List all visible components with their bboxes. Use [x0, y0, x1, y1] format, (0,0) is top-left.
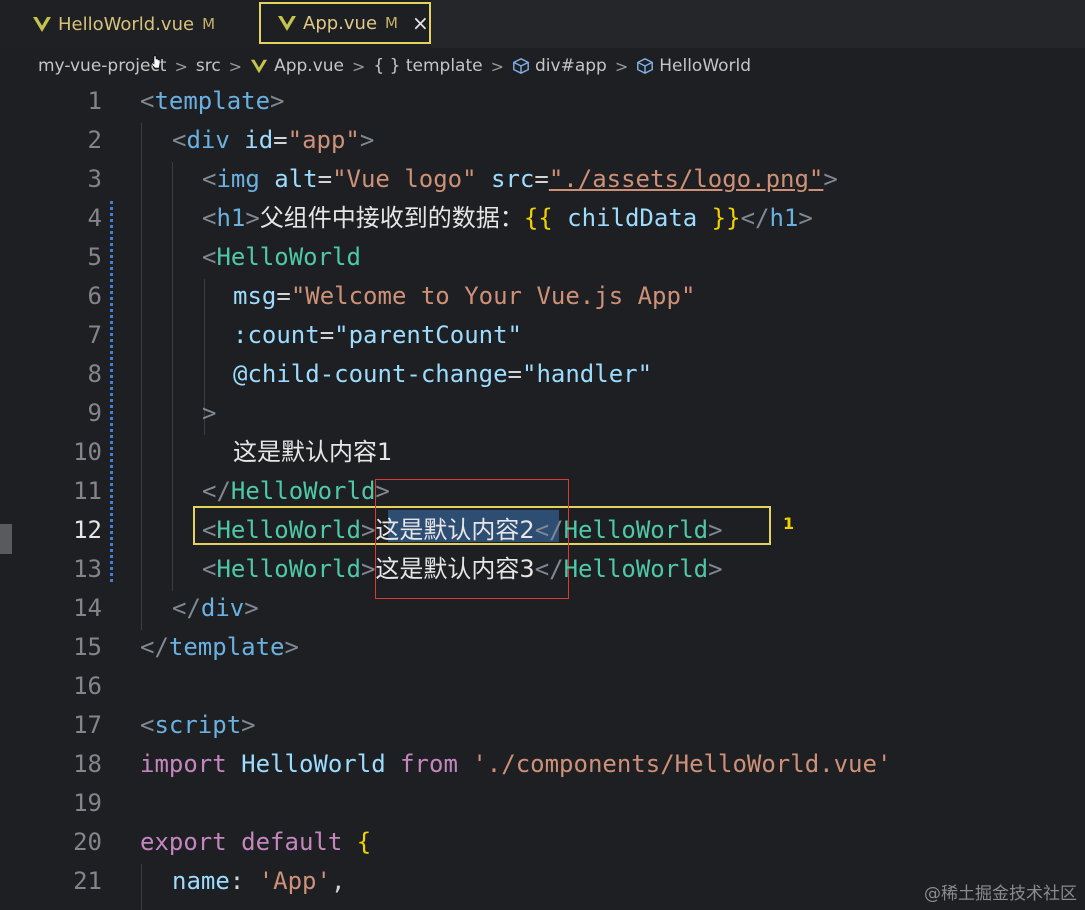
code-line[interactable]: 14 </div> [0, 589, 1085, 628]
code-line[interactable]: 19 [0, 784, 1085, 823]
breadcrumb-item-div[interactable]: div#app [535, 56, 607, 76]
code-text: </template> [140, 633, 299, 661]
line-number: 14 [73, 594, 102, 622]
tab-helloworld-vue[interactable]: HelloWorld.vue M [32, 0, 247, 48]
chevron-right-icon: > [174, 56, 188, 76]
breadcrumb: my-vue-project > src > App.vue > { } tem… [0, 48, 1085, 84]
modified-badge: M [385, 14, 398, 32]
code-text: > [202, 399, 217, 427]
code-editor[interactable]: 1 1 <template> 2 <div id="app"> 3 <img a… [0, 84, 1085, 910]
code-line[interactable]: 21 name: 'App', [0, 862, 1085, 901]
code-line[interactable]: 20 export default { [0, 823, 1085, 862]
line-number: 8 [87, 360, 102, 388]
line-number: 7 [87, 321, 102, 349]
code-line[interactable]: 2 <div id="app"> [0, 121, 1085, 160]
tab-label: HelloWorld.vue [58, 13, 195, 35]
vue-file-icon [250, 59, 268, 74]
line-number: 2 [87, 126, 102, 154]
mouse-cursor-icon [151, 55, 161, 69]
code-text: <div id="app"> [172, 126, 375, 154]
code-text: name: 'App', [172, 867, 346, 895]
code-text: @child-count-change="handler" [233, 360, 653, 388]
close-icon[interactable]: × [412, 11, 429, 35]
chevron-right-icon: > [228, 56, 243, 76]
code-text: import HelloWorld from './components/Hel… [140, 750, 892, 778]
code-text: msg="Welcome to Your Vue.js App" [233, 282, 696, 310]
vue-file-icon [278, 16, 296, 31]
code-text: </HelloWorld> [202, 477, 390, 505]
line-number: 17 [73, 711, 102, 739]
code-line[interactable]: 4 <h1>父组件中接收到的数据：{{ childData }}</h1> [0, 199, 1085, 238]
code-line[interactable]: 18 import HelloWorld from './components/… [0, 745, 1085, 784]
line-number: 18 [73, 750, 102, 778]
breadcrumb-item-src[interactable]: src [196, 56, 221, 76]
code-text: <HelloWorld>这是默认内容2</HelloWorld> [202, 516, 723, 544]
code-text: <img alt="Vue logo" src="./assets/logo.p… [202, 165, 838, 193]
line-number: 6 [87, 282, 102, 310]
code-line[interactable]: 5 <HelloWorld [0, 238, 1085, 277]
code-line[interactable]: 16 [0, 667, 1085, 706]
code-text: :count="parentCount" [233, 321, 522, 349]
line-number: 19 [73, 789, 102, 817]
code-line[interactable]: 8 @child-count-change="handler" [0, 355, 1085, 394]
code-line[interactable]: 11 </HelloWorld> [0, 472, 1085, 511]
code-line[interactable]: 7 :count="parentCount" [0, 316, 1085, 355]
line-number: 12 [73, 516, 102, 544]
breadcrumb-item-project[interactable]: my-vue-project [38, 56, 166, 76]
code-text: </div> [172, 594, 259, 622]
line-number: 1 [87, 87, 102, 115]
modified-badge: M [202, 15, 216, 33]
code-text: export default { [140, 828, 372, 856]
line-number: 3 [87, 165, 102, 193]
code-text: 这是默认内容1 [233, 438, 393, 466]
breadcrumb-item-helloworld[interactable]: HelloWorld [659, 56, 751, 76]
line-number: 15 [73, 633, 102, 661]
code-line[interactable]: 10 这是默认内容1 [0, 433, 1085, 472]
breadcrumb-item-template[interactable]: { } template [373, 56, 482, 76]
chevron-right-icon: > [614, 56, 629, 76]
cube-icon [513, 57, 529, 75]
code-text: <script> [140, 711, 256, 739]
code-line[interactable]: 6 msg="Welcome to Your Vue.js App" [0, 277, 1085, 316]
code-line[interactable]: 17 <script> [0, 706, 1085, 745]
code-line-active[interactable]: 12 <HelloWorld>这是默认内容2</HelloWorld> [0, 511, 1085, 550]
line-number: 11 [73, 477, 102, 505]
tab-app-vue[interactable]: App.vue M × [259, 2, 431, 44]
code-text: <h1>父组件中接收到的数据：{{ childData }}</h1> [202, 204, 813, 232]
code-line[interactable]: 1 <template> [0, 82, 1085, 121]
watermark: @稀土掘金技术社区 [924, 884, 1077, 904]
line-number: 9 [87, 399, 102, 427]
code-line[interactable]: 9 > [0, 394, 1085, 433]
code-line[interactable]: 15 </template> [0, 628, 1085, 667]
line-number: 21 [73, 867, 102, 895]
chevron-right-icon: > [352, 56, 366, 76]
tab-bar: HelloWorld.vue M App.vue M × [0, 0, 1085, 48]
line-number: 16 [73, 672, 102, 700]
code-text: <HelloWorld [202, 243, 361, 271]
code-line[interactable]: 13 <HelloWorld>这是默认内容3</HelloWorld> [0, 550, 1085, 589]
breadcrumb-item-file[interactable]: App.vue [274, 56, 344, 76]
code-text: <template> [140, 87, 285, 115]
vue-file-icon [33, 17, 51, 32]
line-number: 5 [87, 243, 102, 271]
cube-icon [637, 57, 654, 75]
line-number: 20 [73, 828, 102, 856]
line-number: 4 [87, 204, 102, 232]
tab-label: App.vue [303, 12, 378, 34]
line-number: 10 [73, 438, 102, 466]
code-line[interactable]: 3 <img alt="Vue logo" src="./assets/logo… [0, 160, 1085, 199]
code-text: <HelloWorld>这是默认内容3</HelloWorld> [202, 555, 723, 583]
tab-bar-empty-space [431, 0, 1085, 48]
line-number: 13 [73, 555, 102, 583]
chevron-right-icon: > [490, 56, 504, 76]
